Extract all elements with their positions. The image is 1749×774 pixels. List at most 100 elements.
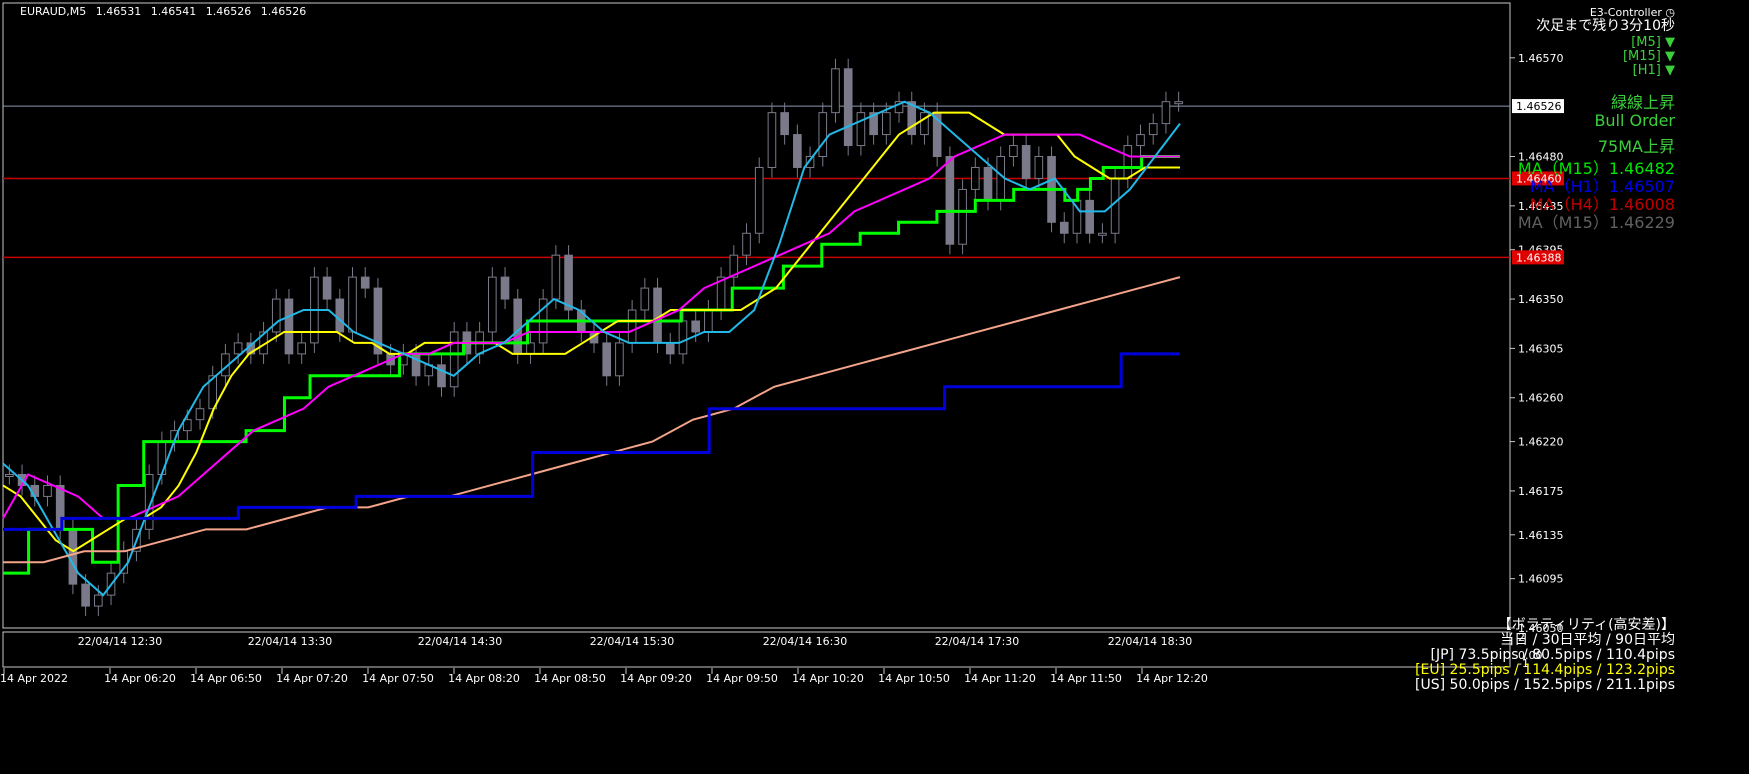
candle-body [843,68,853,147]
y-tick-label: 1.46570 [1518,52,1564,65]
x-tick-upper-label: 22/04/14 13:30 [248,635,333,648]
x-tick-upper-label: 22/04/14 17:30 [935,635,1020,648]
candle-body [1009,145,1018,158]
candle-body [882,112,891,136]
candle-body [627,309,637,344]
x-tick-lower-label: 14 Apr 09:50 [706,672,778,685]
x-tick-lower-label: 14 Apr 11:50 [1050,672,1122,685]
x-tick-lower-label: 14 Apr 09:20 [620,672,692,685]
y-tick-label: 1.46095 [1518,573,1564,586]
y-tick-label: 1.46350 [1518,293,1564,306]
main-frame [2,2,1511,629]
candle-body [1059,221,1069,234]
x-tick-lower-label: 14 Apr 06:50 [190,672,262,685]
candle-body [665,342,675,355]
candle-body [704,309,713,333]
candle-body [602,342,612,377]
y-tick-label: 1.46175 [1518,485,1564,498]
x-tick-lower-label: 14 Apr 12:20 [1136,672,1208,685]
candle-body [437,364,446,388]
x-tick-lower-label: 14 Apr 07:20 [276,672,348,685]
y-tick-label: 1.46220 [1518,436,1564,449]
sub-frame [2,631,1511,668]
candle-body [1174,101,1183,105]
candle-body [5,473,14,477]
candle-body [615,342,624,377]
candle-body [983,166,993,201]
high-value: 1.46541 [150,5,197,18]
candle-body [360,276,370,289]
ma-m15-line: MA（M15）1.46482 [1517,159,1675,178]
candle-body [1098,232,1107,236]
triangle-down-icon: ▼ [1665,49,1675,64]
triangle-down-icon: ▼ [1665,35,1675,50]
low-value: 1.46526 [205,5,252,18]
volatility-subtitle: 当日 / 30日平均 / 90日平均 [1500,632,1675,648]
candle-body [94,594,103,607]
x-tick-lower-label: 14 Apr 2022 [0,672,68,685]
x-tick-lower-label: 14 Apr 10:50 [878,672,950,685]
candle-body [551,254,561,300]
x-tick-upper-label: 22/04/14 14:30 [418,635,503,648]
candle-body [322,276,332,300]
timeframe-m5: [M5] ▼ [1631,35,1675,50]
order-signal: Bull Order [1594,111,1675,130]
x-tick-upper-label: 22/04/14 18:30 [1108,635,1193,648]
x-tick-lower-label: 14 Apr 11:20 [964,672,1036,685]
x-tick-lower-label: 14 Apr 07:50 [362,672,434,685]
candle-body [742,232,751,256]
candle-body [1085,199,1094,234]
candle-body [348,276,357,333]
candle-body [284,298,294,355]
candle-body [297,342,306,355]
timeframe-m15: [M15] ▼ [1622,49,1675,64]
candle-body [754,166,764,234]
timeframe-list: [M5] ▼ [M15] ▼ [H1] ▼ [1623,36,1675,78]
symbol-header: EURAUD,M5 1.46531 1.46541 1.46526 1.4652… [20,5,312,18]
candle-body [233,342,243,355]
x-tick-upper-label: 22/04/14 15:30 [590,635,675,648]
series-line [3,155,1180,575]
candle-body [195,408,205,421]
candle-body [119,550,129,574]
symbol-label: EURAUD,M5 [20,5,87,18]
x-tick-lower-label: 14 Apr 08:20 [448,672,520,685]
x-tick-lower-label: 14 Apr 08:50 [534,672,606,685]
ma75-signal: 75MA上昇 [1597,137,1675,156]
y-tick-label: 1.46260 [1518,392,1564,405]
x-tick-lower-label: 14 Apr 06:20 [104,672,176,685]
candle-body [1136,134,1145,147]
candle-body [856,112,866,147]
volatility-panel: 【ボラティリティ(高安差)】 当日 / 30日平均 / 90日平均 [JP] 7… [1415,618,1675,693]
candle-body [818,112,828,158]
timeframe-h1: [H1] ▼ [1632,63,1675,78]
ma-h1-line: MA（H1）1.46507 [1529,177,1675,196]
triangle-down-icon: ▼ [1665,63,1675,78]
candle-body [449,331,459,388]
candle-body [1161,101,1171,125]
open-value: 1.46531 [95,5,142,18]
x-tick-upper-label: 22/04/14 12:30 [78,635,163,648]
red-level-label: 1.46388 [1516,251,1562,264]
candle-body [500,276,510,300]
candle-body [1123,145,1133,179]
candle-body [970,166,980,190]
candle-body [1034,156,1044,179]
x-tick-lower-label: 14 Apr 10:20 [792,672,864,685]
candle-body [945,156,955,245]
candle-body [1021,145,1031,179]
candle-body [831,68,840,114]
candle-body [68,528,78,585]
candle-body [958,188,967,245]
candle-body [767,112,777,168]
candle-body [513,298,523,355]
candle-body [488,276,497,333]
x-tick-upper-label: 22/04/14 16:30 [763,635,848,648]
ma-m15-gray-line: MA（M15）1.46229 [1517,213,1675,232]
close-value: 1.46526 [260,5,307,18]
countdown: 次足まで残り3分10秒 [1536,18,1675,34]
candle-body [678,320,688,355]
candle-body [271,298,281,333]
volatility-us: [US] 50.0pips / 152.5pips / 211.1pips [1415,677,1675,693]
candle-body [691,320,700,333]
